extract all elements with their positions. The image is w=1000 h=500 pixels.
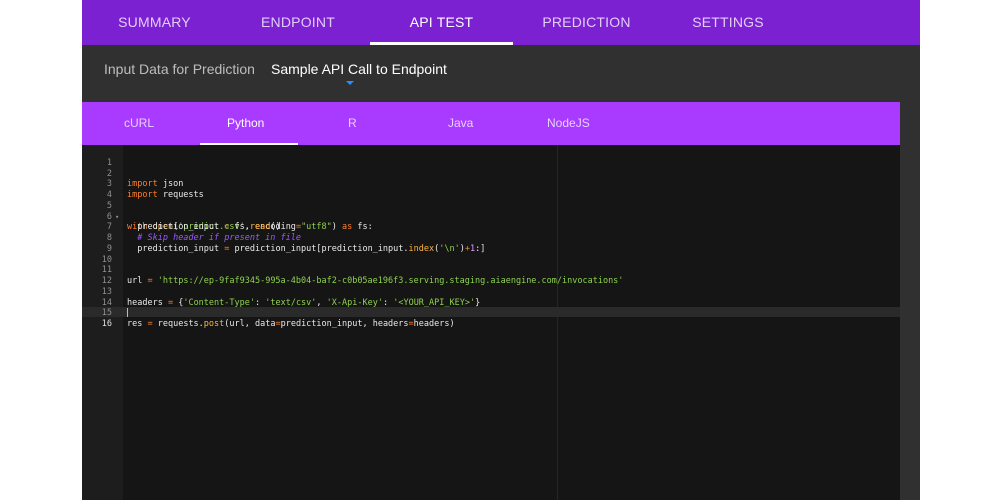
api-test-subtabs: Input Data for Prediction Sample API Cal…: [82, 45, 920, 102]
code-line: 2 import json: [82, 158, 900, 190]
language-tab-r[interactable]: R: [348, 102, 357, 145]
code-line: 14: [82, 287, 900, 308]
language-tab-java[interactable]: Java: [448, 102, 473, 145]
code-line: 16: [82, 308, 900, 329]
top-navigation: SUMMARY ENDPOINT API TEST PREDICTION SET…: [82, 0, 920, 45]
code-line: 10: [82, 244, 900, 265]
tab-settings[interactable]: SETTINGS: [660, 0, 796, 45]
code-line: 5 ▾ with open('predict.csv', encoding="u…: [82, 190, 900, 233]
code-line: 3 import requests: [82, 169, 900, 200]
code-line: 15 res = requests.post(url, data=predict…: [82, 298, 900, 329]
code-line: 4: [82, 179, 900, 200]
code-editor[interactable]: 1 2 import json 3 import requests 4 5 ▾ …: [82, 145, 900, 500]
code-line: 1: [82, 147, 900, 168]
code-line: 7 # Skip header if present in file: [82, 212, 900, 243]
api-test-panel: SUMMARY ENDPOINT API TEST PREDICTION SET…: [82, 0, 920, 500]
tab-summary[interactable]: SUMMARY: [82, 0, 227, 45]
tab-api-test[interactable]: API TEST: [370, 0, 513, 45]
code-line: 11 url = 'https://ep-9faf9345-995a-4b04-…: [82, 255, 900, 286]
active-subtab-caret-icon: [346, 81, 354, 85]
code-line: 13 headers = {'Content-Type': 'text/csv'…: [82, 276, 900, 308]
code-lines: 1 2 import json 3 import requests 4 5 ▾ …: [82, 147, 900, 329]
subtab-input-data[interactable]: Input Data for Prediction: [104, 61, 255, 77]
subtab-sample-api-call[interactable]: Sample API Call to Endpoint: [271, 61, 447, 77]
code-line: 12: [82, 265, 900, 286]
language-tab-nodejs[interactable]: NodeJS: [547, 102, 590, 145]
code-line: 6 prediction_input = fs.read(): [82, 201, 900, 233]
tab-prediction[interactable]: PREDICTION: [513, 0, 660, 45]
text-cursor: [127, 308, 128, 317]
language-tabs: cURL Python R Java NodeJS: [82, 102, 900, 146]
language-tab-curl[interactable]: cURL: [124, 102, 154, 145]
line-number: 16: [101, 319, 112, 329]
code-line: 9: [82, 233, 900, 254]
code-text: res = requests.post(url, data=prediction…: [127, 319, 455, 329]
code-line: 8 prediction_input = prediction_input[pr…: [82, 222, 900, 254]
tab-endpoint[interactable]: ENDPOINT: [227, 0, 369, 45]
language-tab-python[interactable]: Python: [227, 102, 264, 145]
